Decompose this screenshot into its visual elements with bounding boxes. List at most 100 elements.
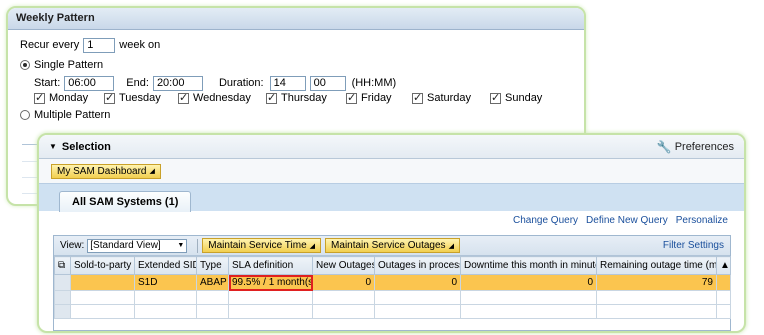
checkbox-icon[interactable] xyxy=(178,91,189,104)
single-pattern-label: Single Pattern xyxy=(34,59,104,71)
checkbox-icon[interactable] xyxy=(490,91,501,104)
wrench-icon: 🔧 xyxy=(656,139,672,154)
scrollbar-track[interactable] xyxy=(716,304,731,319)
empty-cell xyxy=(228,304,313,319)
column-header[interactable]: Outages in process xyxy=(374,256,461,275)
tab-all-sam-systems[interactable]: All SAM Systems (1) xyxy=(59,191,192,212)
dropdown-arrow-icon: ◢ xyxy=(309,242,316,250)
selection-header: ▼ Selection 🔧 Preferences xyxy=(39,135,744,159)
define-new-query-link[interactable]: Define New Query xyxy=(586,215,668,226)
empty-cell xyxy=(596,304,717,319)
column-header[interactable]: New Outages xyxy=(312,256,375,275)
view-select-value: [Standard View] xyxy=(90,240,161,251)
multiple-pattern-label: Multiple Pattern xyxy=(34,109,111,121)
day-thursday[interactable]: Thursday xyxy=(266,91,346,104)
collapse-triangle-icon[interactable]: ▼ xyxy=(49,142,57,151)
column-header[interactable]: Extended SID xyxy=(134,256,197,275)
day-wednesday[interactable]: Wednesday xyxy=(178,91,266,104)
column-header[interactable]: Type xyxy=(196,256,229,275)
empty-cell xyxy=(196,290,229,305)
column-header[interactable]: Sold-to-party xyxy=(70,256,135,275)
cell-type: ABAP xyxy=(196,274,229,291)
scroll-up-icon[interactable]: ▲ xyxy=(716,256,731,275)
view-select[interactable]: [Standard View] ▼ xyxy=(87,238,188,253)
column-header[interactable]: SLA definition xyxy=(228,256,313,275)
day-sunday[interactable]: Sunday xyxy=(490,91,560,104)
systems-table: View: [Standard View] ▼ Maintain Service… xyxy=(53,235,731,331)
empty-cell xyxy=(374,304,461,319)
empty-cell xyxy=(196,304,229,319)
query-links: Change Query Define New Query Personaliz… xyxy=(513,215,728,226)
filter-settings-link[interactable]: Filter Settings xyxy=(663,240,724,251)
day-label: Thursday xyxy=(281,92,327,104)
service-outages-label: Maintain Service Outages xyxy=(331,240,446,251)
column-header[interactable]: Downtime this month in minutes xyxy=(460,256,597,275)
cell-downtime: 0 xyxy=(460,274,597,291)
cell-sold-to-party xyxy=(70,274,135,291)
maintain-service-time-button[interactable]: Maintain Service Time ◢ xyxy=(202,238,322,253)
select-all-icon[interactable]: ⧉ xyxy=(54,256,71,275)
row-selector[interactable] xyxy=(54,274,71,291)
change-query-link[interactable]: Change Query xyxy=(513,215,578,226)
table-row xyxy=(54,304,731,319)
single-pattern-row[interactable]: Single Pattern xyxy=(20,56,572,74)
scrollbar-track[interactable] xyxy=(716,274,731,291)
day-monday[interactable]: Monday xyxy=(34,91,104,104)
table-toolbar: View: [Standard View] ▼ Maintain Service… xyxy=(54,236,730,256)
recur-prefix-label: Recur every xyxy=(20,39,80,51)
day-tuesday[interactable]: Tuesday xyxy=(104,91,178,104)
duration-minutes-input[interactable]: 00 xyxy=(309,75,346,91)
cell-outages-in-process: 0 xyxy=(374,274,461,291)
empty-cell xyxy=(374,290,461,305)
maintain-service-outages-button[interactable]: Maintain Service Outages ◢ xyxy=(325,238,460,253)
empty-cell xyxy=(70,304,135,319)
multiple-pattern-radio[interactable] xyxy=(20,110,30,120)
selection-title: Selection xyxy=(61,140,111,153)
cell-extended-sid: S1D xyxy=(134,274,197,291)
empty-cell xyxy=(460,290,597,305)
empty-cell xyxy=(596,290,717,305)
systems-grid: ⧉ Sold-to-party Extended SID Type SLA de… xyxy=(54,256,731,319)
scrollbar-track[interactable] xyxy=(716,290,731,305)
single-pattern-radio[interactable] xyxy=(20,60,30,70)
day-label: Friday xyxy=(361,92,392,104)
checkbox-icon[interactable] xyxy=(266,91,277,104)
row-selector[interactable] xyxy=(54,290,71,305)
weekly-pattern-title: Weekly Pattern xyxy=(8,8,584,30)
table-row xyxy=(54,290,731,305)
selection-toggle[interactable]: ▼ Selection xyxy=(49,141,111,153)
selection-panel: ▼ Selection 🔧 Preferences My SAM Dashboa… xyxy=(37,133,746,333)
table-row[interactable]: S1D ABAP 99.5% / 1 month(s) 0 0 0 79 xyxy=(54,274,731,291)
row-selector[interactable] xyxy=(54,304,71,319)
cell-sla-definition: 99.5% / 1 month(s) xyxy=(228,274,313,291)
empty-cell xyxy=(70,290,135,305)
day-saturday[interactable]: Saturday xyxy=(412,91,490,104)
multiple-pattern-row[interactable]: Multiple Pattern xyxy=(20,106,572,124)
service-time-label: Maintain Service Time xyxy=(208,240,307,251)
view-label: View: xyxy=(60,240,85,251)
day-label: Tuesday xyxy=(119,92,161,104)
duration-unit-label: (HH:MM) xyxy=(351,77,397,89)
checkbox-icon[interactable] xyxy=(346,91,357,104)
duration-hours-input[interactable]: 14 xyxy=(269,75,306,91)
recur-every-input[interactable]: 1 xyxy=(83,37,116,53)
day-label: Monday xyxy=(49,92,89,104)
personalize-link[interactable]: Personalize xyxy=(676,215,728,226)
checkbox-icon[interactable] xyxy=(104,91,115,104)
empty-cell xyxy=(312,290,375,305)
day-label: Wednesday xyxy=(193,92,251,104)
recur-row: Recur every 1 week on xyxy=(20,36,572,54)
empty-cell xyxy=(134,290,197,305)
end-time-input[interactable]: 20:00 xyxy=(152,75,203,91)
start-time-input[interactable]: 06:00 xyxy=(64,75,115,91)
day-friday[interactable]: Friday xyxy=(346,91,412,104)
checkbox-icon[interactable] xyxy=(34,91,45,104)
checkbox-icon[interactable] xyxy=(412,91,423,104)
duration-label: Duration: xyxy=(218,77,264,89)
my-sam-dashboard-button[interactable]: My SAM Dashboard ◢ xyxy=(51,163,161,179)
recur-suffix-label: week on xyxy=(119,39,161,51)
end-label: End: xyxy=(126,77,149,89)
preferences-link[interactable]: 🔧 Preferences xyxy=(657,140,734,154)
empty-cell xyxy=(312,304,375,319)
column-header[interactable]: Remaining outage time (min.) xyxy=(596,256,717,275)
